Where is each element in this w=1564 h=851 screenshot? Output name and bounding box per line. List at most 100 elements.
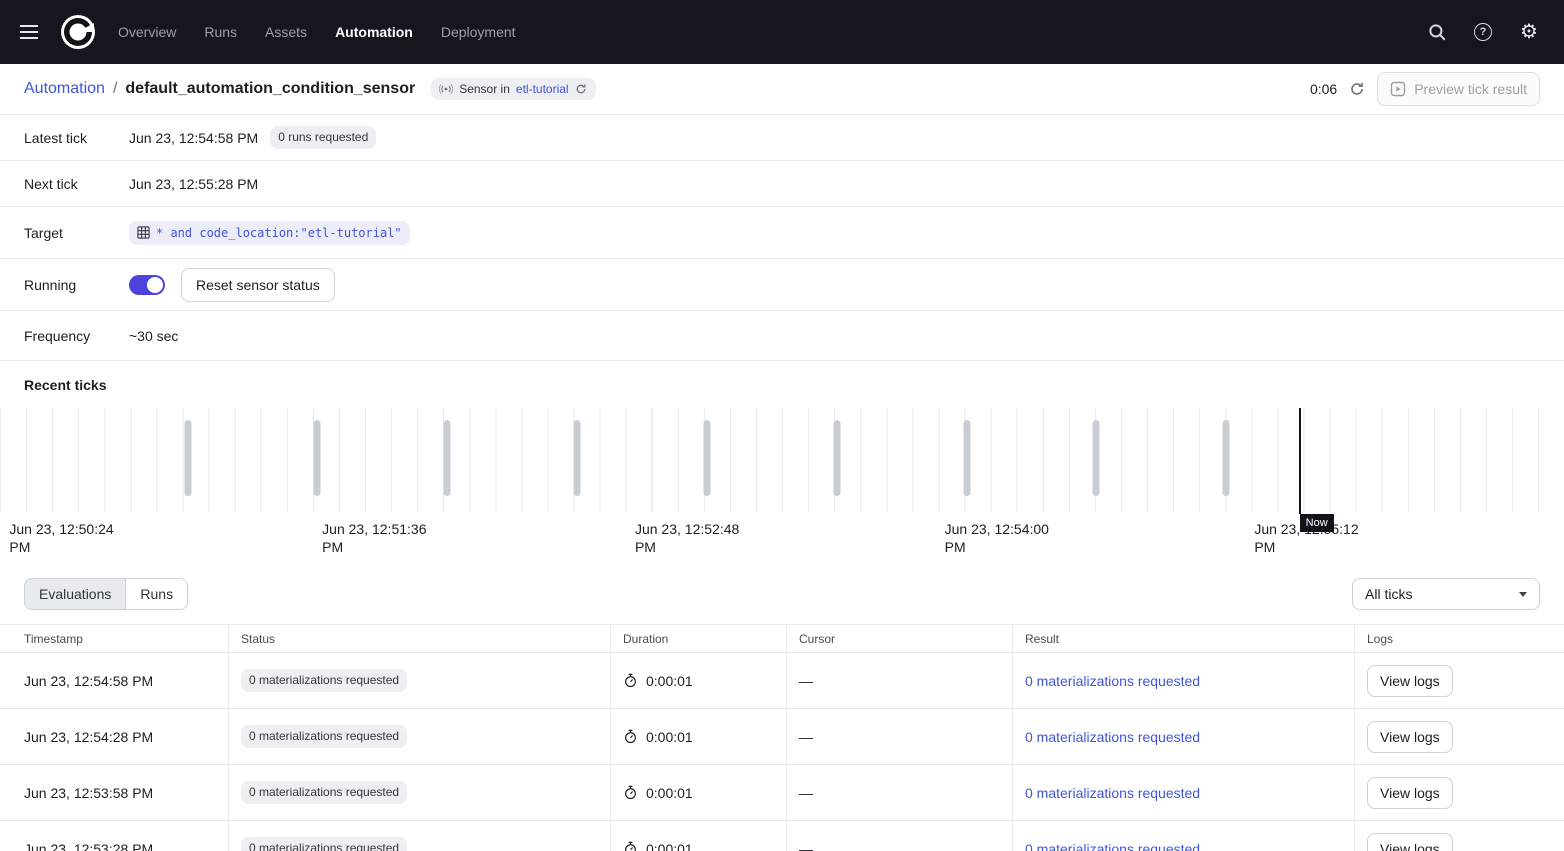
next-tick-row: Next tick Jun 23, 12:55:28 PM: [0, 161, 1564, 207]
eval-timestamp: Jun 23, 12:53:28 PM: [0, 821, 229, 851]
runs-requested-badge: 0 runs requested: [270, 126, 376, 148]
tab-runs[interactable]: Runs: [125, 578, 188, 610]
chevron-down-icon: [1519, 592, 1527, 597]
status-badge: 0 materializations requested: [241, 781, 407, 803]
running-label: Running: [24, 277, 129, 293]
nav-item-overview[interactable]: Overview: [118, 24, 176, 40]
nav-item-assets[interactable]: Assets: [265, 24, 307, 40]
sensor-badge-text: Sensor in: [459, 82, 510, 96]
now-marker-label: Now: [1300, 514, 1334, 532]
frequency-row: Frequency ~30 sec: [0, 311, 1564, 361]
reset-sensor-status-button[interactable]: Reset sensor status: [181, 268, 335, 302]
table-row: Jun 23, 12:54:58 PM 0 materializations r…: [0, 653, 1564, 709]
col-status: Status: [229, 625, 611, 652]
result-link[interactable]: 0 materializations requested: [1025, 841, 1200, 851]
tick-bar[interactable]: [703, 420, 710, 496]
primary-nav: Overview Runs Assets Automation Deployme…: [118, 24, 516, 40]
timeline-grid: [0, 408, 1564, 512]
evaluations-table: Timestamp Status Duration Cursor Result …: [0, 624, 1564, 851]
view-logs-button[interactable]: View logs: [1367, 777, 1453, 809]
col-duration: Duration: [611, 625, 787, 652]
eval-cursor: —: [787, 821, 1013, 851]
preview-tick-result-button[interactable]: Preview tick result: [1377, 72, 1540, 106]
status-badge: 0 materializations requested: [241, 725, 407, 747]
page-title: default_automation_condition_sensor: [125, 80, 415, 98]
eval-timestamp: Jun 23, 12:54:58 PM: [0, 653, 229, 708]
nav-item-deployment[interactable]: Deployment: [441, 24, 516, 40]
target-row: Target * and code_location:"etl-tutorial…: [0, 207, 1564, 259]
eval-timestamp: Jun 23, 12:53:58 PM: [0, 765, 229, 820]
latest-tick-row: Latest tick Jun 23, 12:54:58 PM 0 runs r…: [0, 115, 1564, 161]
view-logs-button[interactable]: View logs: [1367, 721, 1453, 753]
eval-duration: 0:00:01: [646, 673, 693, 689]
latest-tick-label: Latest tick: [24, 130, 129, 146]
col-timestamp: Timestamp: [0, 625, 229, 652]
view-logs-button[interactable]: View logs: [1367, 833, 1453, 851]
result-link[interactable]: 0 materializations requested: [1025, 785, 1200, 801]
tick-bar[interactable]: [1223, 420, 1230, 496]
running-row: Running Reset sensor status: [0, 259, 1564, 311]
sensor-location-badge: Sensor in etl-tutorial: [431, 78, 595, 100]
status-badge: 0 materializations requested: [241, 669, 407, 691]
refresh-icon[interactable]: [1349, 81, 1365, 97]
ticks-filter-dropdown[interactable]: All ticks: [1352, 578, 1540, 610]
sensor-code-location-link[interactable]: etl-tutorial: [516, 82, 569, 96]
tick-bar[interactable]: [833, 420, 840, 496]
dagster-logo[interactable]: [60, 14, 96, 50]
view-segmented-control: Evaluations Runs: [24, 578, 188, 610]
frequency-value: ~30 sec: [129, 328, 178, 344]
timeline-axis-label: Jun 23, 12:54:00 PM: [945, 520, 1063, 557]
navbar-actions: ? ⚙: [1426, 21, 1548, 43]
sensor-icon: [439, 82, 453, 96]
tick-bar[interactable]: [314, 420, 321, 496]
timeline-axis-label: Jun 23, 12:50:24 PM: [9, 520, 127, 557]
table-row: Jun 23, 12:53:58 PM 0 materializations r…: [0, 765, 1564, 821]
target-label: Target: [24, 225, 129, 241]
col-result: Result: [1013, 625, 1355, 652]
eval-duration: 0:00:01: [646, 729, 693, 745]
tick-bar[interactable]: [184, 420, 191, 496]
result-link[interactable]: 0 materializations requested: [1025, 673, 1200, 689]
now-marker-line: [1299, 408, 1301, 514]
search-icon[interactable]: [1426, 21, 1448, 43]
help-icon[interactable]: ?: [1472, 21, 1494, 43]
recent-ticks-title: Recent ticks: [0, 361, 1564, 408]
ticks-filter-value: All ticks: [1365, 586, 1412, 602]
tick-countdown: 0:06: [1310, 81, 1337, 97]
running-toggle[interactable]: [129, 275, 165, 295]
evaluations-toolbar: Evaluations Runs All ticks: [0, 560, 1564, 624]
page-header: Automation / default_automation_conditio…: [0, 64, 1564, 115]
frequency-label: Frequency: [24, 328, 129, 344]
tick-bar[interactable]: [574, 420, 581, 496]
top-navbar: Overview Runs Assets Automation Deployme…: [0, 0, 1564, 64]
asset-selection-tag[interactable]: * and code_location:"etl-tutorial": [129, 221, 410, 245]
hamburger-menu-icon[interactable]: [16, 14, 52, 50]
stopwatch-icon: [623, 729, 638, 744]
stopwatch-icon: [623, 785, 638, 800]
breadcrumb-separator: /: [113, 80, 117, 98]
eval-cursor: —: [787, 709, 1013, 764]
tick-bar[interactable]: [444, 420, 451, 496]
status-badge: 0 materializations requested: [241, 837, 407, 851]
breadcrumb-automation-link[interactable]: Automation: [24, 80, 105, 98]
tick-bar[interactable]: [963, 420, 970, 496]
preview-icon: [1390, 81, 1406, 97]
table-header-row: Timestamp Status Duration Cursor Result …: [0, 625, 1564, 653]
nav-item-automation[interactable]: Automation: [335, 24, 413, 40]
asset-grid-icon: [137, 226, 150, 239]
eval-cursor: —: [787, 765, 1013, 820]
refresh-icon[interactable]: [575, 83, 588, 96]
col-logs: Logs: [1355, 625, 1564, 652]
nav-item-runs[interactable]: Runs: [204, 24, 237, 40]
next-tick-label: Next tick: [24, 176, 129, 192]
settings-icon[interactable]: ⚙: [1518, 21, 1540, 43]
tick-bar[interactable]: [1093, 420, 1100, 496]
eval-timestamp: Jun 23, 12:54:28 PM: [0, 709, 229, 764]
view-logs-button[interactable]: View logs: [1367, 665, 1453, 697]
timeline-axis-label: Jun 23, 12:51:36 PM: [322, 520, 440, 557]
asset-selection-text: * and code_location:"etl-tutorial": [156, 226, 402, 240]
tab-evaluations[interactable]: Evaluations: [24, 578, 126, 610]
result-link[interactable]: 0 materializations requested: [1025, 729, 1200, 745]
next-tick-value: Jun 23, 12:55:28 PM: [129, 176, 258, 192]
eval-duration: 0:00:01: [646, 785, 693, 801]
